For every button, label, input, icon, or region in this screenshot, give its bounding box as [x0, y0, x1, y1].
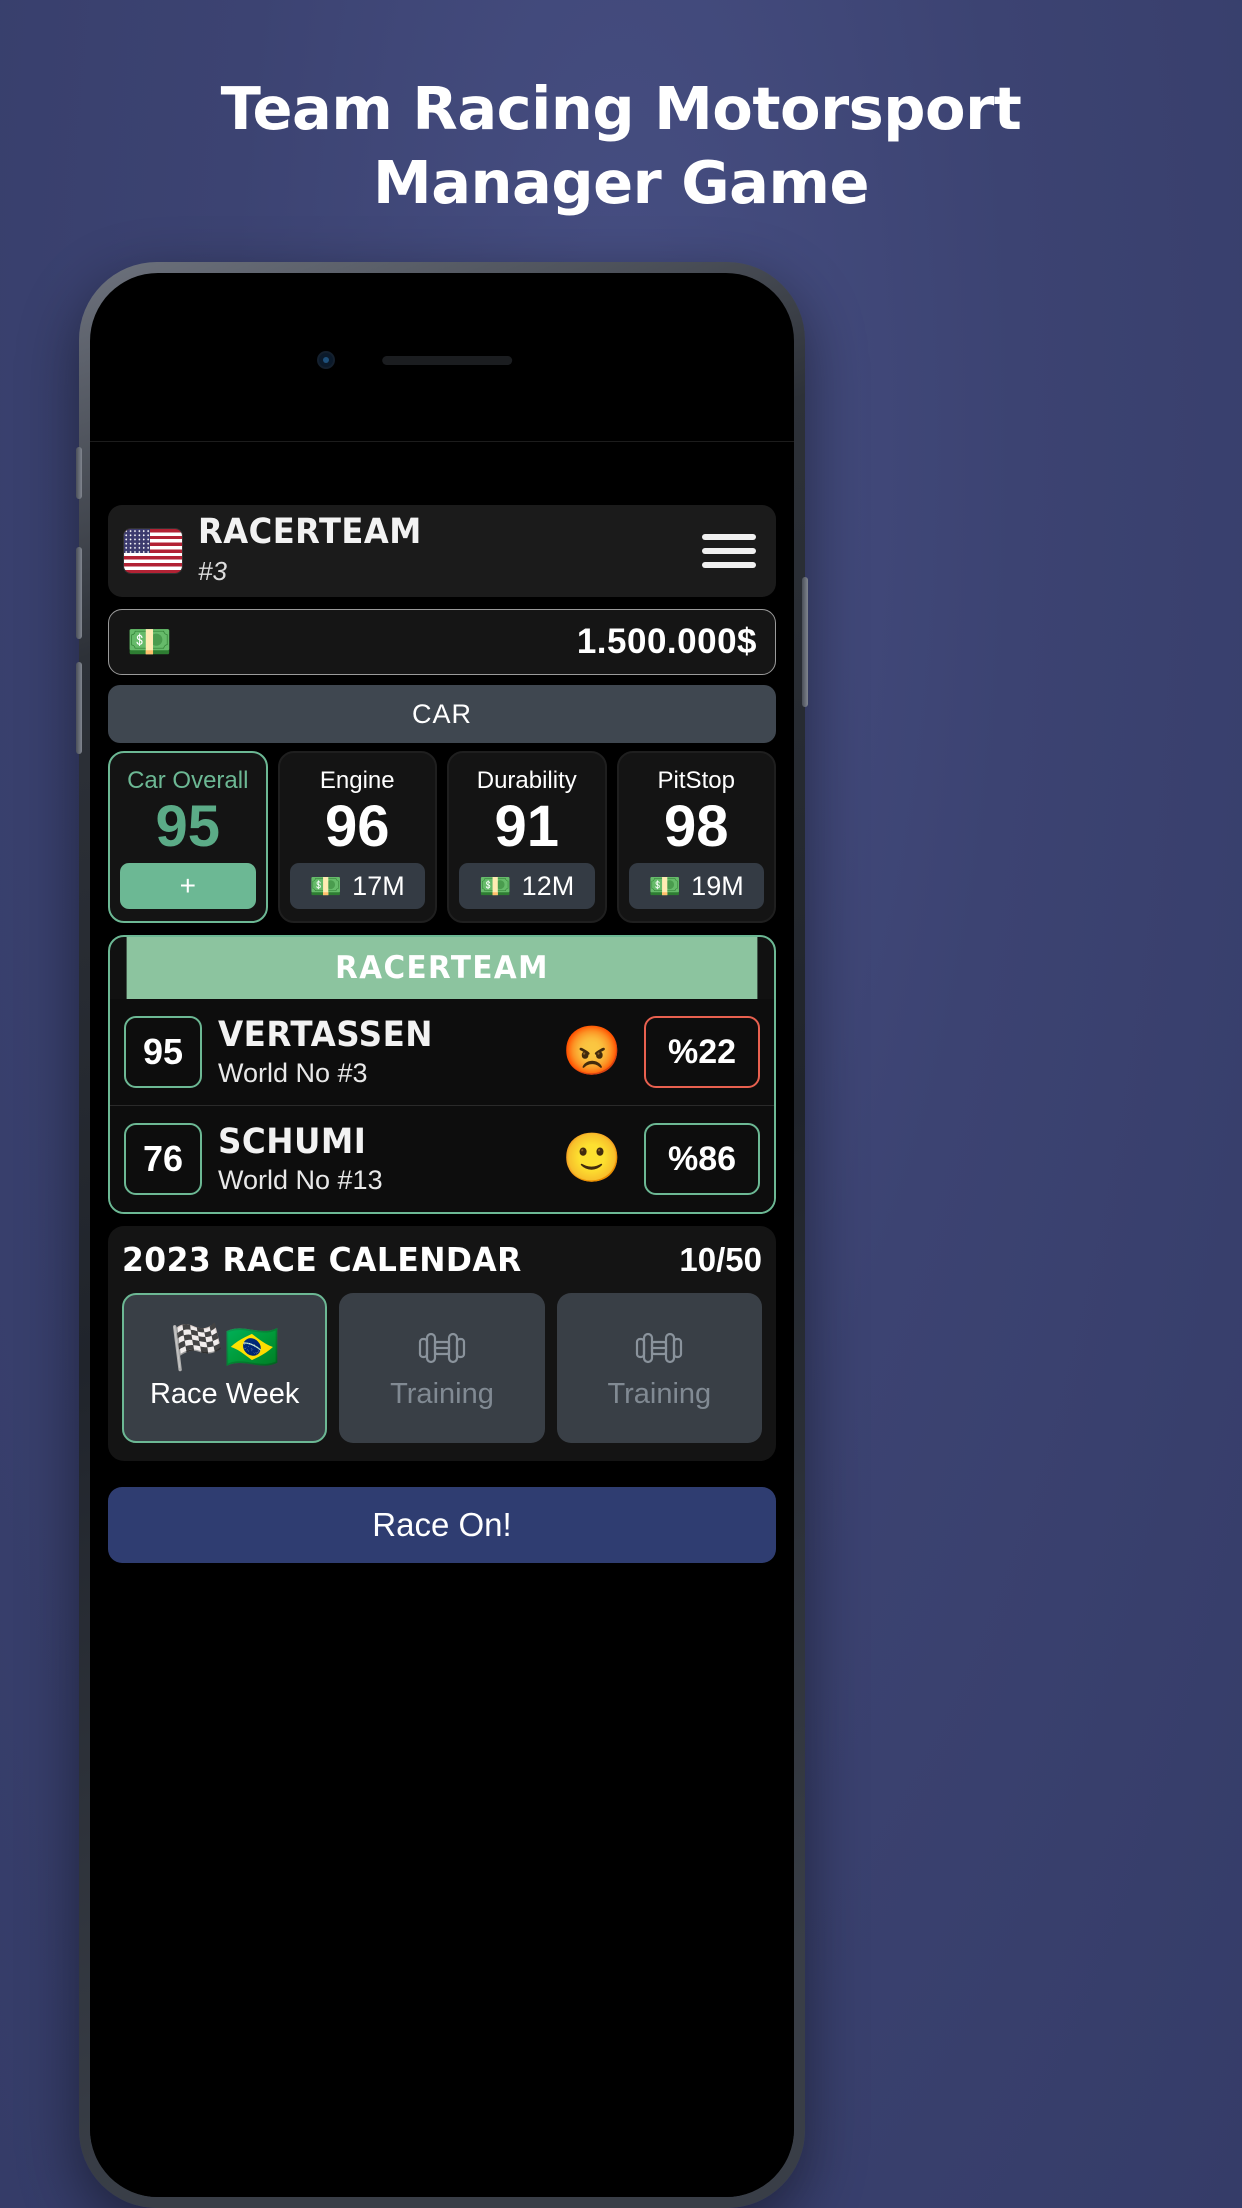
- stat-card-engine[interactable]: Engine 96 💵 17M: [277, 751, 437, 923]
- slight-smile-face-icon: 🙂: [562, 1132, 622, 1185]
- stat-cost-button[interactable]: 💵 19M: [628, 863, 764, 909]
- banknote-icon: 💵: [479, 870, 512, 901]
- banknote-icon: 💵: [309, 870, 343, 901]
- calendar-tile-race-week[interactable]: 🏁🇧🇷 Race Week: [122, 1293, 328, 1443]
- calendar-tile-training-2[interactable]: Training: [556, 1293, 762, 1443]
- race-calendar-card: 2023 RACE CALENDAR 10/50 🏁🇧🇷 Race Week T…: [108, 1226, 776, 1461]
- stat-cost-button[interactable]: 💵 12M: [459, 863, 595, 909]
- calendar-tiles: 🏁🇧🇷 Race Week Training Training: [122, 1293, 762, 1443]
- team-identity: RACERTEAM #3: [124, 515, 441, 587]
- driver-morale-badge: %22: [644, 1016, 760, 1088]
- phone-power-button: [802, 577, 808, 707]
- earpiece-speaker: [382, 356, 513, 365]
- calendar-progress-count: 10/50: [679, 1240, 762, 1278]
- driver-info: SCHUMI World No #13: [218, 1122, 546, 1196]
- stat-value: 96: [324, 794, 390, 859]
- hamburger-menu-icon[interactable]: [698, 526, 760, 576]
- calendar-title: 2023 RACE CALENDAR: [122, 1240, 522, 1279]
- driver-rating: 76: [124, 1123, 202, 1195]
- drivers-banner: RACERTEAM: [126, 937, 758, 999]
- app-screen: RACERTEAM #3 💵 1.500.000$ CAR Car Overal…: [90, 441, 794, 2197]
- store-headline: Team Racing Motorsport Manager Game: [0, 72, 1242, 220]
- driver-name: VERTASSEN: [218, 1015, 433, 1055]
- car-stats-row: Car Overall 95 + Engine 96 💵 17M Durabil…: [108, 751, 776, 923]
- stat-label: PitStop: [657, 767, 735, 794]
- calendar-header: 2023 RACE CALENDAR 10/50: [122, 1240, 762, 1279]
- phone-volume-down-button: [76, 662, 82, 754]
- stat-card-pitstop[interactable]: PitStop 98 💵 19M: [616, 751, 776, 923]
- front-camera: [317, 351, 335, 369]
- driver-world-no: World No #3: [218, 1058, 368, 1088]
- us-flag-icon: [124, 529, 182, 573]
- money-card: 💵 1.500.000$: [108, 609, 776, 675]
- calendar-tile-training-1[interactable]: Training: [339, 1293, 545, 1443]
- driver-row[interactable]: 76 SCHUMI World No #13 🙂 %86: [110, 1105, 774, 1212]
- phone-frame: RACERTEAM #3 💵 1.500.000$ CAR Car Overal…: [76, 262, 808, 2208]
- dumbbell-icon: [636, 1332, 683, 1363]
- car-section-header: CAR: [108, 685, 776, 743]
- calendar-tile-label: Training: [390, 1377, 494, 1410]
- driver-name: SCHUMI: [218, 1122, 367, 1162]
- stat-label: Durability: [476, 767, 577, 794]
- driver-world-no: World No #13: [218, 1165, 383, 1195]
- phone-volume-up-button: [76, 547, 82, 639]
- checkered-flag-and-brazil-flag-icon: 🏁🇧🇷: [169, 1322, 280, 1372]
- stat-card-durability[interactable]: Durability 91 💵 12M: [447, 751, 607, 923]
- race-on-button[interactable]: Race On!: [108, 1487, 776, 1563]
- stat-cost-value: 19M: [691, 870, 744, 901]
- stat-card-car-overall[interactable]: Car Overall 95 +: [108, 751, 268, 923]
- headline-line-2: Manager Game: [373, 147, 869, 217]
- stat-label: Engine: [319, 767, 395, 794]
- banknote-icon: 💵: [648, 870, 682, 901]
- upgrade-car-button[interactable]: +: [120, 863, 256, 909]
- stat-cost-value: 17M: [352, 870, 405, 901]
- driver-rating: 95: [124, 1016, 202, 1088]
- stat-value: 98: [663, 794, 729, 859]
- banknote-icon: 💵: [127, 621, 172, 662]
- stat-cost-button[interactable]: 💵 17M: [289, 863, 425, 909]
- headline-line-1: Team Racing Motorsport: [220, 74, 1022, 143]
- angry-face-icon: 😡: [562, 1025, 622, 1078]
- calendar-tile-label: Training: [607, 1377, 712, 1410]
- team-rank: #3: [198, 556, 227, 586]
- driver-row[interactable]: 95 VERTASSEN World No #3 😡 %22: [110, 999, 774, 1105]
- stat-label: Car Overall: [127, 767, 249, 794]
- phone-screen-bezel: RACERTEAM #3 💵 1.500.000$ CAR Car Overal…: [90, 273, 794, 2197]
- dumbbell-icon: [418, 1332, 466, 1363]
- stat-value: 91: [494, 794, 559, 859]
- stat-value: 95: [155, 794, 220, 859]
- calendar-tile-label: Race Week: [149, 1377, 300, 1410]
- driver-info: VERTASSEN World No #3: [218, 1015, 546, 1089]
- team-header-card: RACERTEAM #3: [108, 505, 776, 597]
- drivers-card: RACERTEAM 95 VERTASSEN World No #3 😡 %22…: [108, 935, 776, 1214]
- phone-mute-switch: [76, 447, 82, 499]
- team-name: RACERTEAM: [198, 512, 422, 552]
- stat-cost-value: 12M: [521, 870, 575, 901]
- money-amount: 1.500.000$: [576, 622, 757, 661]
- driver-morale-badge: %86: [644, 1123, 760, 1195]
